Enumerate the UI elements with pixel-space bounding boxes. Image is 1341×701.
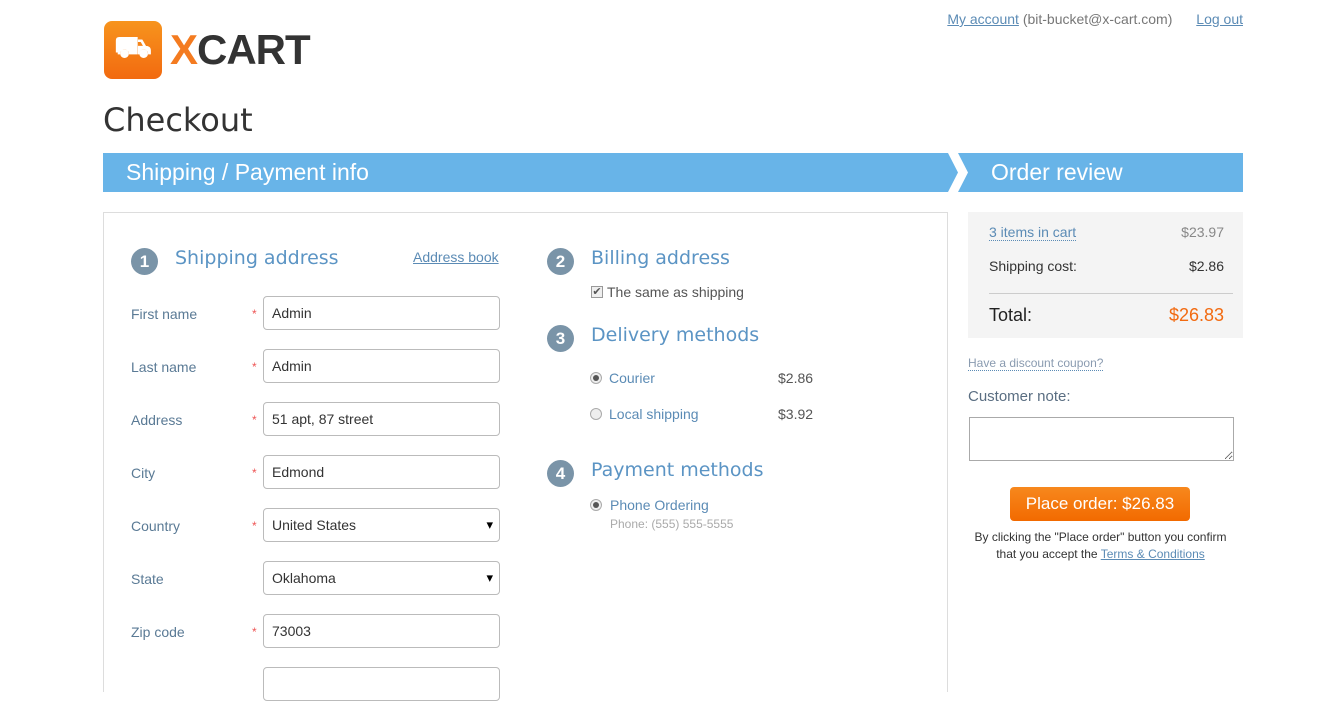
confirm-line2: that you accept the xyxy=(996,547,1098,561)
required-mark: * xyxy=(252,360,257,374)
country-value: United States xyxy=(272,517,357,533)
required-mark: * xyxy=(252,519,257,533)
state-label: State xyxy=(131,571,164,587)
checkbox-label: The same as shipping xyxy=(607,284,744,300)
address-label: Address xyxy=(131,412,183,428)
total-value: $26.83 xyxy=(1168,305,1224,325)
local-shipping-label[interactable]: Local shipping xyxy=(609,406,699,422)
confirm-text: By clicking the "Place order" button you… xyxy=(968,529,1233,563)
zip-code-label: Zip code xyxy=(131,624,185,640)
local-shipping-price: $3.92 xyxy=(778,406,814,422)
my-account-link[interactable]: My account xyxy=(947,11,1019,27)
place-order-button[interactable]: Place order: $26.83 xyxy=(1010,487,1190,521)
radio-phone-ordering[interactable] xyxy=(590,499,602,511)
logo-cart: CART xyxy=(197,26,311,73)
checkbox-checked-icon[interactable]: ✔ xyxy=(591,286,603,298)
account-email: (bit-bucket@x-cart.com) xyxy=(1022,11,1173,27)
city-value: Edmond xyxy=(272,464,325,480)
step-label: Order review xyxy=(991,159,1123,185)
radio-local-shipping[interactable] xyxy=(590,408,602,420)
step-order-review: Order review xyxy=(958,153,1243,192)
page-title: Checkout xyxy=(103,101,253,139)
required-mark: * xyxy=(252,466,257,480)
order-summary: 3 items in cart $23.97 Shipping cost: $2… xyxy=(968,212,1243,338)
account-links: My account (bit-bucket@x-cart.com) Log o… xyxy=(947,11,1243,27)
state-value: Oklahoma xyxy=(272,570,336,586)
first-name-value: Admin xyxy=(272,305,312,321)
city-input[interactable]: Edmond xyxy=(263,455,500,489)
confirm-line1: By clicking the "Place order" button you… xyxy=(974,530,1227,544)
country-label: Country xyxy=(131,518,181,534)
next-field-input[interactable] xyxy=(263,667,500,701)
logo-cart-icon[interactable]: ⛟ xyxy=(104,21,162,79)
shipping-cost-value: $2.86 xyxy=(1188,258,1224,274)
items-price: $23.97 xyxy=(1181,224,1224,240)
state-select[interactable]: Oklahoma xyxy=(263,561,500,595)
city-label: City xyxy=(131,465,156,481)
zip-code-value: 73003 xyxy=(272,623,311,639)
logo-x: X xyxy=(170,26,198,73)
terms-link[interactable]: Terms & Conditions xyxy=(1101,547,1205,561)
customer-note-label: Customer note: xyxy=(968,388,1071,405)
step-number: 4 xyxy=(547,460,574,487)
step-number: 2 xyxy=(547,248,574,275)
delivery-methods-heading: Delivery methods xyxy=(591,324,760,346)
billing-address-heading: Billing address xyxy=(591,247,730,269)
zip-code-input[interactable]: 73003 xyxy=(263,614,500,648)
last-name-input[interactable]: Admin xyxy=(263,349,500,383)
courier-price: $2.86 xyxy=(778,370,814,386)
divider xyxy=(989,293,1233,294)
required-mark: * xyxy=(252,307,257,321)
same-as-shipping-checkbox[interactable]: ✔ The same as shipping xyxy=(591,284,744,300)
address-value: 51 apt, 87 street xyxy=(272,411,374,427)
required-mark: * xyxy=(252,625,257,639)
step-number: 1 xyxy=(131,248,158,275)
checkout-panel xyxy=(103,212,948,692)
phone-ordering-label[interactable]: Phone Ordering xyxy=(610,497,709,513)
logo-text[interactable]: XCART xyxy=(170,26,311,74)
phone-note: Phone: (555) 555-5555 xyxy=(610,517,734,531)
last-name-label: Last name xyxy=(131,359,197,375)
first-name-label: First name xyxy=(131,306,198,322)
logout-link[interactable]: Log out xyxy=(1196,11,1243,27)
required-mark: * xyxy=(252,413,257,427)
items-in-cart-link[interactable]: 3 items in cart xyxy=(989,224,1077,241)
country-select[interactable]: United States xyxy=(263,508,500,542)
radio-courier[interactable] xyxy=(590,372,602,384)
address-input[interactable]: 51 apt, 87 street xyxy=(263,402,500,436)
last-name-value: Admin xyxy=(272,358,312,374)
customer-note-input[interactable] xyxy=(969,417,1234,461)
step-shipping-payment: Shipping / Payment info xyxy=(103,153,958,192)
address-book-link[interactable]: Address book xyxy=(413,249,499,265)
shipping-cost-label: Shipping cost: xyxy=(989,258,1077,274)
payment-methods-heading: Payment methods xyxy=(591,459,764,481)
total-label: Total: xyxy=(989,305,1033,325)
step-number: 3 xyxy=(547,325,574,352)
shipping-address-heading: Shipping address xyxy=(175,247,339,269)
step-label: Shipping / Payment info xyxy=(126,159,369,185)
courier-label[interactable]: Courier xyxy=(609,370,655,386)
first-name-input[interactable]: Admin xyxy=(263,296,500,330)
discount-coupon-link[interactable]: Have a discount coupon? xyxy=(968,356,1104,371)
